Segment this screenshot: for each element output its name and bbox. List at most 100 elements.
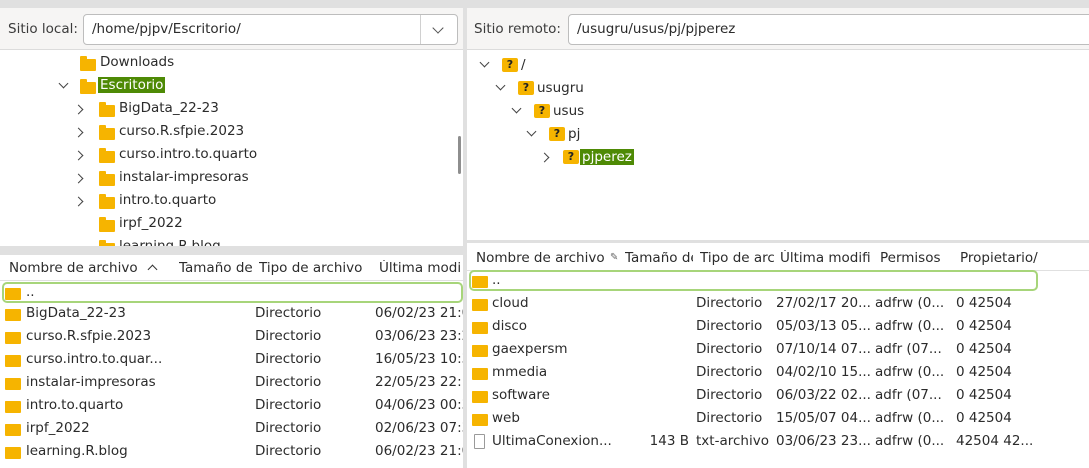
remote-tree-node[interactable]: ? / [467, 56, 1089, 78]
file-size: 143 B [649, 433, 689, 449]
chevron-right-icon[interactable] [73, 196, 84, 207]
remote-file-list: Nombre de archivo ✎ Tamaño de Tipo de ar… [467, 243, 1089, 468]
file-permissions: adfrw (0... [875, 433, 945, 449]
remote-file-row[interactable]: gaexpersm Directorio 07/10/14 07... adfr (0… [467, 338, 1089, 361]
remote-tree-node[interactable]: ? usugru [467, 79, 1089, 101]
local-file-row[interactable]: learning.R.blog Directorio 06/02/23 21:0 [0, 440, 463, 463]
chevron-right-icon[interactable] [73, 127, 84, 138]
file-type: Directorio [696, 318, 763, 334]
file-modified: 02/06/23 07:3 [375, 420, 463, 436]
chevron-down-icon[interactable] [58, 78, 69, 89]
folder-icon [472, 368, 488, 380]
folder-icon [99, 171, 115, 186]
remote-file-row[interactable]: disco Directorio 05/03/13 05... adfrw (0...… [467, 315, 1089, 338]
local-tree-scrollbar[interactable] [458, 136, 461, 174]
chevron-down-icon[interactable] [495, 80, 506, 91]
file-type: Directorio [255, 374, 322, 390]
local-tree-node[interactable]: intro.to.quarto [0, 190, 455, 212]
local-tree-node[interactable]: instalar-impresoras [0, 167, 455, 189]
local-tree-label: Escritorio [98, 77, 166, 93]
file-name: cloud [492, 295, 529, 311]
file-modified: 03/06/23 23:2 [375, 328, 463, 344]
chevron-right-icon[interactable] [73, 150, 84, 161]
remote-file-row[interactable]: UltimaConexion... 143 B txt-archivo 03/06/2… [467, 430, 1089, 453]
folder-icon [5, 309, 21, 321]
local-file-rows: BigData_22-23 Directorio 06/02/23 21:0 curs… [0, 302, 463, 468]
remote-col-type[interactable]: Tipo de arc [700, 250, 774, 266]
local-col-modified[interactable]: Última modi [379, 260, 463, 276]
file-permissions: adfrw (0... [875, 364, 945, 380]
folder-icon [5, 355, 21, 367]
local-file-row[interactable]: BigData_22-23 Directorio 06/02/23 21:0 [0, 302, 463, 325]
folder-icon [472, 299, 488, 311]
remote-site-bar: Sitio remoto: /usugru/usus/pj/pjperez [467, 8, 1089, 50]
local-tree-node[interactable]: BigData_22-23 [0, 98, 455, 120]
local-col-size[interactable]: Tamaño de [179, 260, 255, 276]
remote-col-permissions[interactable]: Permisos [880, 250, 956, 266]
local-path-value[interactable]: /home/pjpv/Escritorio/ [92, 21, 241, 37]
local-tree-node[interactable]: curso.R.sfpie.2023 [0, 121, 455, 143]
file-modified: 06/03/22 02... [776, 387, 871, 403]
file-name: BigData_22-23 [26, 305, 126, 321]
local-file-list: Nombre de archivo Tamaño de Tipo de arch… [0, 255, 463, 468]
remote-col-name[interactable]: Nombre de archivo [476, 250, 610, 266]
folder-icon [99, 217, 115, 232]
folder-icon [5, 401, 21, 413]
folder-icon [99, 194, 115, 209]
local-tree-node[interactable]: Downloads [0, 52, 455, 74]
text-file-icon [474, 434, 485, 449]
local-file-row[interactable]: instalar-impresoras Directorio 22/05/23 22… [0, 371, 463, 394]
remote-col-modified[interactable]: Última modifi [780, 250, 877, 266]
remote-file-row[interactable]: cloud Directorio 27/02/17 20... adfrw (0...… [467, 292, 1089, 315]
local-path-dropdown-button[interactable] [420, 15, 457, 44]
local-file-row[interactable]: irpf_2022 Directorio 02/06/23 07:3 [0, 417, 463, 440]
local-tree-label: curso.intro.to.quarto [119, 146, 258, 162]
file-modified: 06/02/23 21:0 [375, 443, 463, 459]
chevron-down-icon[interactable] [526, 126, 537, 137]
remote-file-row[interactable]: web Directorio 15/05/07 04... adfrw (0... 0 … [467, 407, 1089, 430]
chevron-right-icon[interactable] [539, 152, 550, 163]
local-parent-row[interactable]: .. [0, 281, 463, 304]
local-path-combo[interactable]: /home/pjpv/Escritorio/ [83, 14, 458, 45]
local-col-type[interactable]: Tipo de archivo [259, 260, 371, 276]
folder-icon [5, 424, 21, 436]
file-type: Directorio [255, 328, 322, 344]
local-tree-label: BigData_22-23 [119, 100, 219, 116]
local-tree-node[interactable]: irpf_2022 [0, 213, 455, 235]
local-col-name[interactable]: Nombre de archivo [9, 260, 144, 276]
remote-file-row[interactable]: mmedia Directorio 04/02/10 15... adfrw (0..… [467, 361, 1089, 384]
file-name: gaexpersm [492, 341, 568, 357]
local-tree-node[interactable]: curso.intro.to.quarto [0, 144, 455, 166]
folder-icon [99, 125, 115, 140]
file-permissions: adfrw (0... [875, 295, 945, 311]
local-tree-node[interactable]: Escritorio [0, 75, 455, 97]
chevron-right-icon[interactable] [73, 104, 84, 115]
remote-tree-node[interactable]: ? usus [467, 102, 1089, 124]
remote-col-size[interactable]: Tamaño de [625, 250, 693, 266]
chevron-right-icon[interactable] [73, 173, 84, 184]
chevron-down-icon[interactable] [511, 103, 522, 114]
remote-path-combo[interactable]: /usugru/usus/pj/pjperez [568, 14, 1089, 45]
local-tree-label: curso.R.sfpie.2023 [119, 123, 245, 139]
remote-parent-row[interactable]: .. [467, 269, 1089, 292]
focus-frame [2, 282, 463, 303]
remote-col-owner[interactable]: Propietario/ [960, 250, 1089, 266]
unknown-folder-icon: ? [563, 150, 579, 164]
file-type: Directorio [255, 397, 322, 413]
folder-icon [472, 345, 488, 357]
remote-tree-node[interactable]: ? pj [467, 125, 1089, 147]
local-file-row[interactable]: curso.intro.to.quar... Directorio 16/05/23… [0, 348, 463, 371]
remote-file-row[interactable]: software Directorio 06/03/22 02... adfr (07… [467, 384, 1089, 407]
file-name: intro.to.quarto [26, 397, 124, 413]
local-tree-node[interactable]: learning.R.blog [0, 236, 455, 246]
file-name: disco [492, 318, 528, 334]
folder-icon [80, 79, 96, 94]
file-modified: 15/05/07 04... [776, 410, 871, 426]
file-type: Directorio [696, 364, 763, 380]
chevron-down-icon[interactable] [479, 57, 490, 68]
local-file-row[interactable]: curso.R.sfpie.2023 Directorio 03/06/23 23:… [0, 325, 463, 348]
local-file-row[interactable]: intro.to.quarto Directorio 04/06/23 00:3 [0, 394, 463, 417]
vertical-splitter[interactable] [463, 8, 467, 468]
remote-tree-node[interactable]: ? pjperez [467, 148, 1089, 170]
remote-path-value[interactable]: /usugru/usus/pj/pjperez [577, 21, 735, 37]
